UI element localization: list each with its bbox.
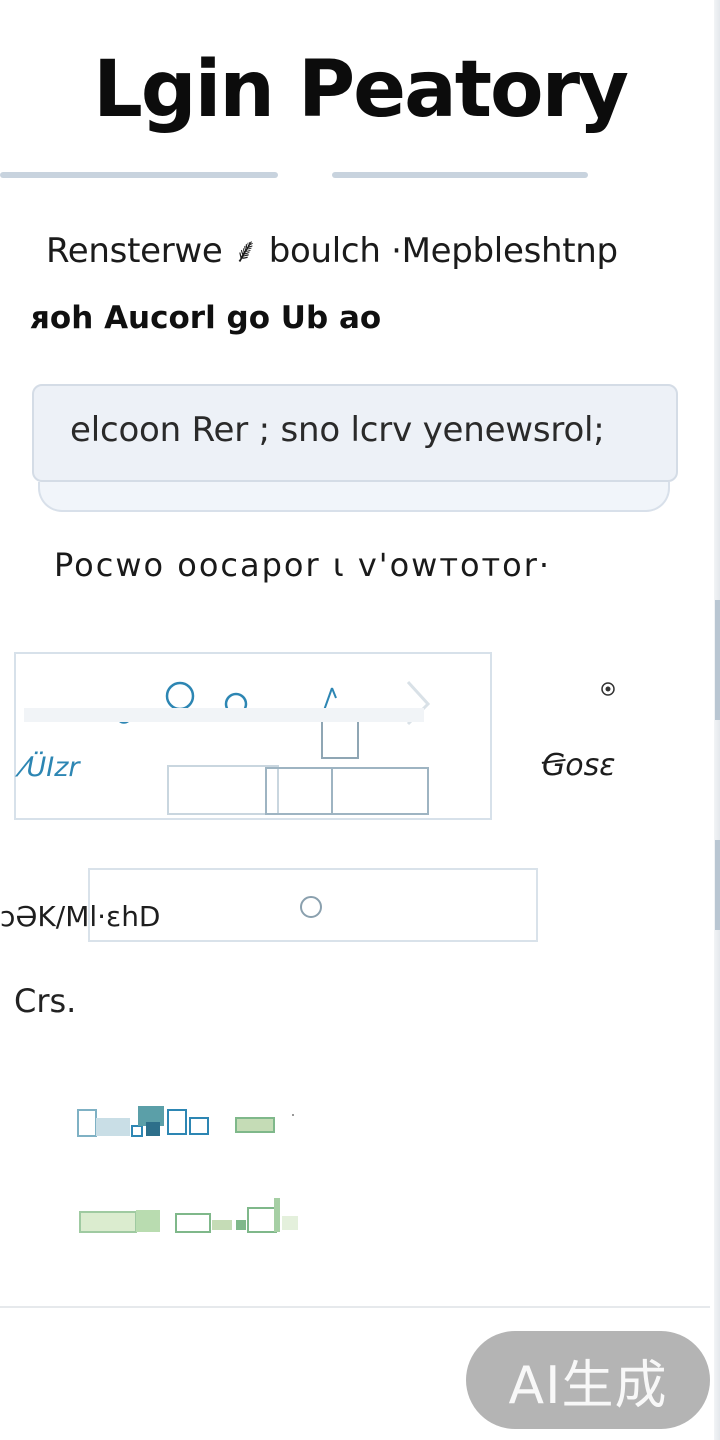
edge-marker [715, 840, 720, 930]
illustration-panel [14, 652, 492, 820]
edge-marker [715, 600, 720, 720]
thumbnail-strip-green[interactable] [76, 1194, 302, 1238]
search-label: ɔƏK/Ml·ɛhD [0, 900, 161, 933]
illustration-graphic [24, 680, 431, 815]
side-label[interactable]: Ꞡosɛ [542, 748, 616, 783]
title-divider [0, 172, 278, 178]
search-icon[interactable] [298, 894, 324, 920]
text-field-base [38, 482, 670, 512]
ai-generated-badge: AI生成 [466, 1331, 710, 1429]
thumbnail-strip-blue[interactable] [76, 1104, 296, 1140]
text-field-value: elcoon Rer ; sno lcrv yenewsrol; [70, 410, 605, 450]
bottom-divider [0, 1306, 710, 1308]
page-title: Lgin Peatory [93, 45, 629, 135]
page: Lgin Peatory Rensterwe ⸙ boulch ·Mepbles… [0, 0, 720, 1440]
window-edge [714, 0, 720, 1440]
target-icon[interactable] [601, 682, 615, 696]
subtitle: Rensterwe ⸙ boulch ·Mepbleshtnp [46, 231, 618, 271]
prompt-text: ᴙoh Aucorl go Ub ao [30, 300, 382, 336]
illustration-caption: ⁄ÜIzr [22, 752, 80, 783]
cta-label[interactable]: Crs. [14, 982, 76, 1020]
title-divider [332, 172, 588, 178]
section-heading: Pocwo oocapor ι v'owтoтor· [54, 546, 552, 584]
